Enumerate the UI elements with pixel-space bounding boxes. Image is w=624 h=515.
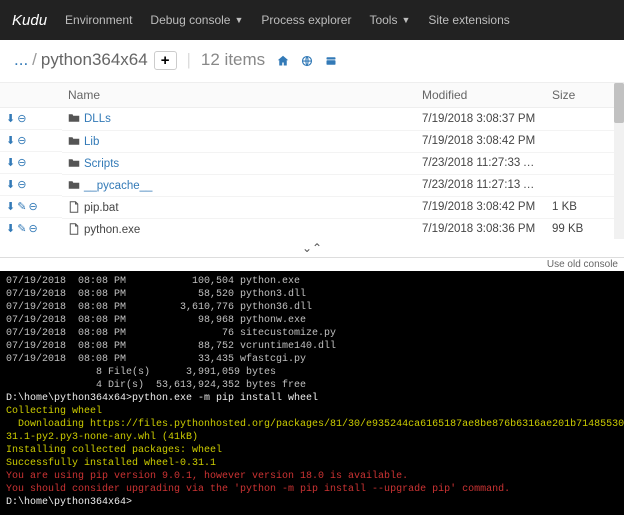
use-old-console-link[interactable]: Use old console [547,259,618,270]
console-line: Collecting wheel [6,405,618,418]
file-listing: Name Modified Size ⬇⊖DLLs7/19/2018 3:08:… [0,83,624,239]
console-line: D:\home\python364x64>python.exe -m pip i… [6,392,618,405]
delete-icon[interactable]: ⊖ [17,134,26,147]
console-line: 4 Dir(s) 53,613,924,352 bytes free [6,379,618,392]
brand-logo[interactable]: Kudu [12,12,47,29]
file-name: python.exe [84,224,140,236]
nav-site-extensions[interactable]: Site extensions [428,13,509,27]
file-modified: 7/23/2018 11:27:13 AM [416,174,546,196]
col-size[interactable]: Size [546,83,624,108]
nav-process-explorer[interactable]: Process explorer [261,13,351,27]
pipe-sep: | [187,50,191,70]
breadcrumb-root-link[interactable]: ... [14,50,28,70]
file-icon [68,202,80,214]
table-row: ⬇⊖ __pycache__ 7/23/2018 11:27:13 AM [0,174,624,196]
scrollbar-track[interactable] [614,83,624,239]
delete-icon[interactable]: ⊖ [28,200,37,213]
delete-icon[interactable]: ⊖ [28,222,37,235]
file-modified: 7/19/2018 3:08:36 PM [416,218,546,239]
chevron-up-icon: ⌃ [312,241,322,255]
file-icon [68,224,80,236]
table-row: ⬇✎⊖ python.exe 7/19/2018 3:08:36 PM99 KB [0,218,624,239]
delete-icon[interactable]: ⊖ [17,178,26,191]
console[interactable]: 07/19/2018 08:08 PM 100,504 python.exe07… [0,271,624,515]
breadcrumb: ... / python364x64 + | 12 items [0,40,624,83]
download-icon[interactable]: ⬇ [6,200,15,213]
breadcrumb-current: python364x64 [41,50,148,70]
collapse-toggle[interactable]: ⌄⌃ [0,239,624,257]
col-actions [0,83,62,108]
console-line: You are using pip version 9.0.1, however… [6,470,618,483]
file-modified: 7/19/2018 3:08:37 PM [416,108,546,131]
file-modified: 7/19/2018 3:08:42 PM [416,130,546,152]
caret-icon: ▼ [401,15,410,25]
console-line: You should consider upgrading via the 'p… [6,483,618,496]
download-icon[interactable]: ⬇ [6,156,15,169]
file-size [546,152,624,174]
console-line: Successfully installed wheel-0.31.1 [6,457,618,470]
download-icon[interactable]: ⬇ [6,178,15,191]
disk-icon[interactable] [325,52,337,68]
table-row: ⬇⊖ Lib 7/19/2018 3:08:42 PM [0,130,624,152]
console-header: Use old console [0,257,624,271]
file-name[interactable]: Lib [84,136,99,148]
file-modified: 7/19/2018 3:08:42 PM [416,196,546,218]
col-modified[interactable]: Modified [416,83,546,108]
file-size: 99 KB [546,218,624,239]
nav-debug-console[interactable]: Debug console▼ [150,13,243,27]
delete-icon[interactable]: ⊖ [17,156,26,169]
file-name[interactable]: __pycache__ [84,180,152,192]
breadcrumb-sep: / [32,50,37,70]
download-icon[interactable]: ⬇ [6,134,15,147]
file-name[interactable]: DLLs [84,113,111,125]
chevron-down-icon: ⌄ [302,241,312,255]
caret-icon: ▼ [234,15,243,25]
folder-icon [68,158,80,170]
edit-icon[interactable]: ✎ [17,222,26,235]
console-line: 07/19/2018 08:08 PM 76 sitecustomize.py [6,327,618,340]
download-icon[interactable]: ⬇ [6,112,15,125]
nav-tools[interactable]: Tools▼ [369,13,410,27]
navbar: Kudu Environment Debug console▼ Process … [0,0,624,40]
item-count: 12 items [201,50,265,70]
console-prompt[interactable]: D:\home\python364x64> [6,496,618,509]
globe-icon[interactable] [301,52,313,68]
console-line: 07/19/2018 08:08 PM 58,520 python3.dll [6,288,618,301]
scrollbar-thumb[interactable] [614,83,624,123]
folder-icon [68,136,80,148]
console-line: 8 File(s) 3,991,059 bytes [6,366,618,379]
console-line: 07/19/2018 08:08 PM 98,968 pythonw.exe [6,314,618,327]
console-line: 07/19/2018 08:08 PM 100,504 python.exe [6,275,618,288]
console-line: Downloading https://files.pythonhosted.o… [6,418,618,431]
file-name: pip.bat [84,202,119,214]
console-line: 07/19/2018 08:08 PM 88,752 vcruntime140.… [6,340,618,353]
home-icon[interactable] [277,52,289,68]
download-icon[interactable]: ⬇ [6,222,15,235]
edit-icon[interactable]: ✎ [17,200,26,213]
file-size: 1 KB [546,196,624,218]
add-button[interactable]: + [154,51,177,70]
nav-environment[interactable]: Environment [65,13,132,27]
file-size [546,108,624,131]
delete-icon[interactable]: ⊖ [17,112,26,125]
folder-icon [68,113,80,125]
file-size [546,174,624,196]
file-name[interactable]: Scripts [84,158,119,170]
folder-icon [68,180,80,192]
console-line: 07/19/2018 08:08 PM 33,435 wfastcgi.py [6,353,618,366]
console-line: Installing collected packages: wheel [6,444,618,457]
file-table: Name Modified Size ⬇⊖DLLs7/19/2018 3:08:… [0,83,624,239]
table-row: ⬇✎⊖ pip.bat 7/19/2018 3:08:42 PM1 KB [0,196,624,218]
table-row: ⬇⊖ DLLs 7/19/2018 3:08:37 PM [0,108,624,131]
col-name[interactable]: Name [62,83,416,108]
file-modified: 7/23/2018 11:27:33 AM [416,152,546,174]
table-row: ⬇⊖ Scripts 7/23/2018 11:27:33 AM [0,152,624,174]
file-size [546,130,624,152]
console-line: 31.1-py2.py3-none-any.whl (41kB) [6,431,618,444]
console-line: 07/19/2018 08:08 PM 3,610,776 python36.d… [6,301,618,314]
